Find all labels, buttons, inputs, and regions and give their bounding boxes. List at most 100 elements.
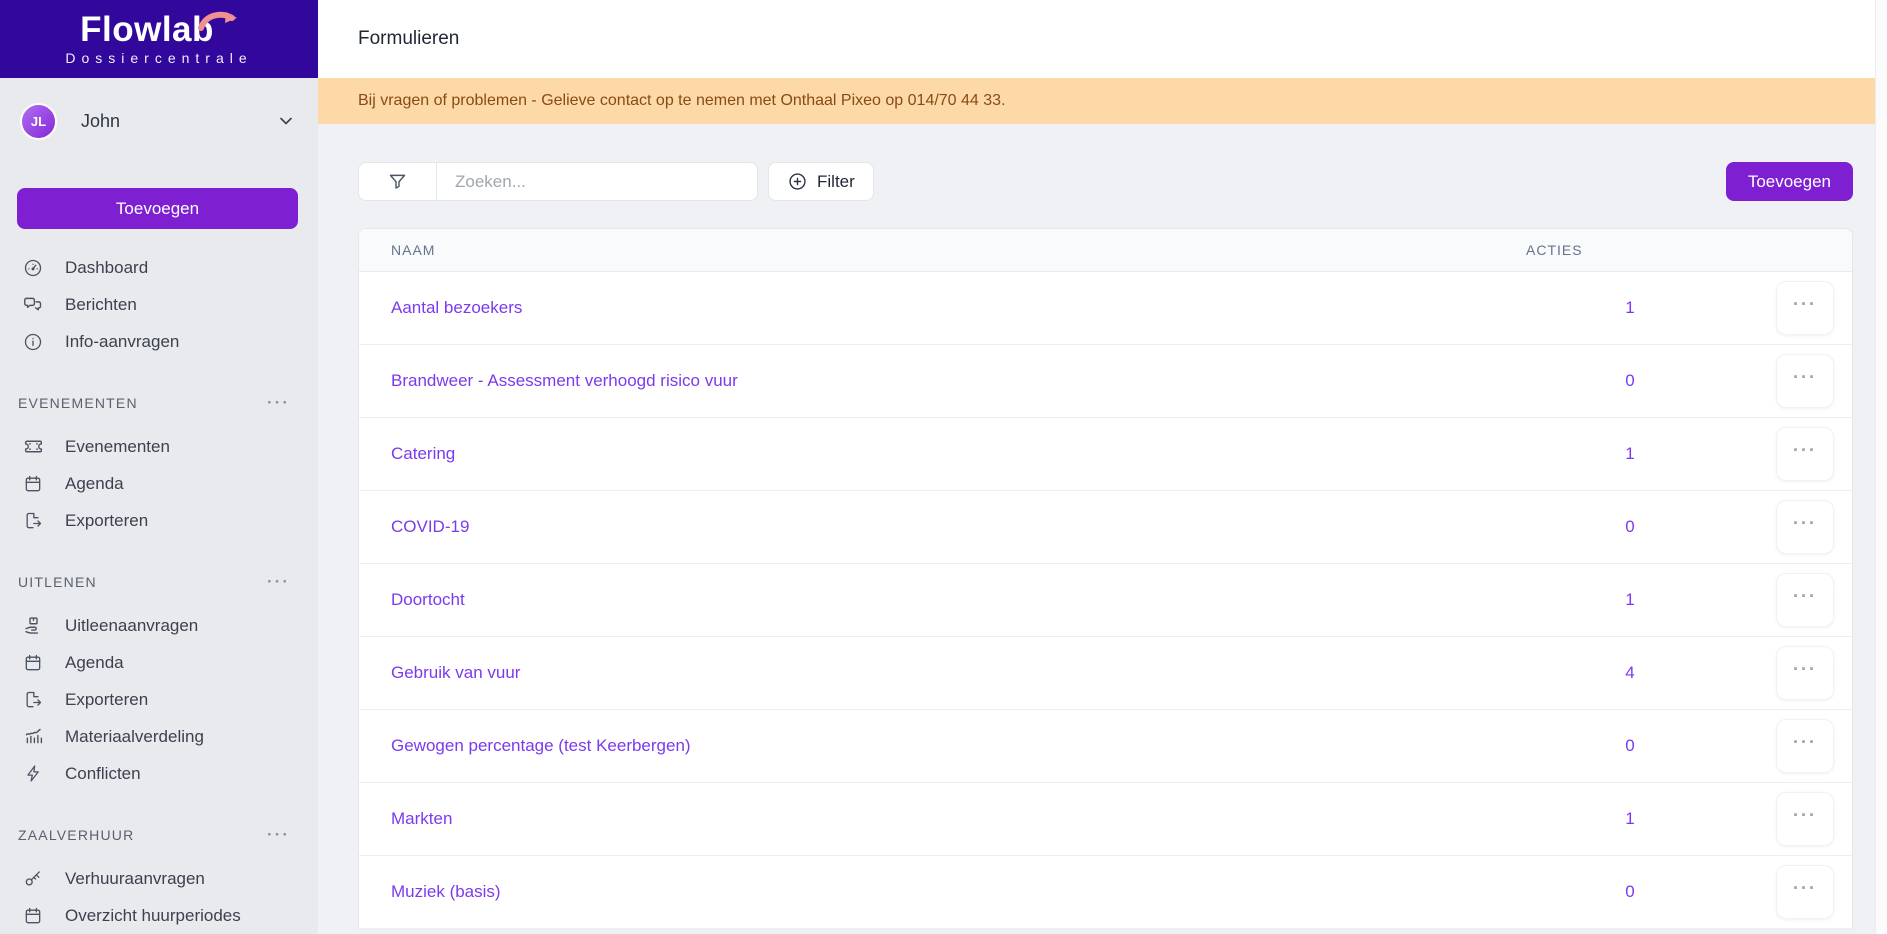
sidebar-item-evenementen[interactable]: Evenementen (0, 428, 318, 465)
sidebar-item-label: Conflicten (65, 763, 141, 783)
row-menu-button[interactable]: ··· (1776, 865, 1834, 919)
sidebar-add-button[interactable]: Toevoegen (17, 188, 298, 229)
sidebar-nav: Dashboard Berichten Info-aanvragen (0, 249, 318, 360)
table-row: Muziek (basis) 0 ··· (359, 856, 1852, 929)
funnel-icon[interactable] (359, 163, 437, 200)
form-name-link[interactable]: Muziek (basis) (359, 882, 1522, 902)
table-row: Doortocht 1 ··· (359, 564, 1852, 637)
logo-subtitle: Dossiercentrale (65, 49, 253, 66)
section-title: UITLENEN (18, 574, 97, 590)
actions-count-link[interactable]: 1 (1522, 590, 1738, 610)
sidebar-item-overzicht-huurperiodes[interactable]: Overzicht huurperiodes (0, 897, 318, 934)
section-title: ZAALVERHUUR (18, 827, 135, 843)
logo-arrow-icon (197, 8, 238, 34)
form-name-link[interactable]: Doortocht (359, 590, 1522, 610)
form-name-link[interactable]: Gewogen percentage (test Keerbergen) (359, 736, 1522, 756)
section-menu-icon[interactable]: ··· (267, 826, 290, 843)
notice-banner: Bij vragen of problemen - Gelieve contac… (318, 78, 1887, 124)
form-name-link[interactable]: Catering (359, 444, 1522, 464)
actions-count-link[interactable]: 1 (1522, 298, 1738, 318)
info-icon (22, 331, 44, 353)
row-menu-button[interactable]: ··· (1776, 573, 1834, 627)
sidebar-item-label: Dashboard (65, 257, 149, 277)
sidebar-item-exporteren-uitlenen[interactable]: Exporteren (0, 681, 318, 718)
filter-button[interactable]: Filter (768, 162, 874, 201)
gauge-icon (22, 257, 44, 279)
actions-count-link[interactable]: 0 (1522, 736, 1738, 756)
sidebar-item-label: Exporteren (65, 510, 149, 530)
lightning-icon (22, 763, 44, 785)
calendar-icon (22, 652, 44, 674)
sidebar-item-info-aanvragen[interactable]: Info-aanvragen (0, 323, 318, 360)
notice-banner-text: Bij vragen of problemen - Gelieve contac… (358, 92, 1006, 109)
sidebar-item-exporteren-evenementen[interactable]: Exporteren (0, 502, 318, 539)
sidebar-item-agenda-uitlenen[interactable]: Agenda (0, 644, 318, 681)
form-name-link[interactable]: COVID-19 (359, 517, 1522, 537)
sidebar-item-dashboard[interactable]: Dashboard (0, 249, 318, 286)
sidebar: Flowlab Dossiercentrale JL John Toevoege… (0, 0, 318, 934)
search-input[interactable] (437, 163, 757, 200)
form-name-link[interactable]: Aantal bezoekers (359, 298, 1522, 318)
sidebar-section-zaalverhuur: ZAALVERHUUR ··· Verhuuraanvragen Overzic… (0, 820, 318, 934)
row-menu-button[interactable]: ··· (1776, 281, 1834, 335)
table-row: Gewogen percentage (test Keerbergen) 0 ·… (359, 710, 1852, 783)
actions-count-link[interactable]: 0 (1522, 517, 1738, 537)
section-menu-icon[interactable]: ··· (267, 573, 290, 590)
sidebar-item-agenda-evenementen[interactable]: Agenda (0, 465, 318, 502)
table-row: Gebruik van vuur 4 ··· (359, 637, 1852, 710)
table-row: Markten 1 ··· (359, 783, 1852, 856)
table-row: Catering 1 ··· (359, 418, 1852, 491)
app-logo[interactable]: Flowlab Dossiercentrale (0, 0, 318, 78)
sidebar-item-label: Materiaalverdeling (65, 726, 204, 746)
sidebar-item-conflicten[interactable]: Conflicten (0, 755, 318, 792)
sidebar-item-label: Overzicht huurperiodes (65, 905, 241, 925)
sidebar-item-label: Evenementen (65, 436, 170, 456)
sidebar-item-label: Exporteren (65, 689, 149, 709)
sidebar-item-materiaalverdeling[interactable]: Materiaalverdeling (0, 718, 318, 755)
export-icon (22, 510, 44, 532)
hand-box-icon (22, 615, 44, 637)
actions-count-link[interactable]: 0 (1522, 371, 1738, 391)
export-icon (22, 689, 44, 711)
row-menu-button[interactable]: ··· (1776, 792, 1834, 846)
section-title: EVENEMENTEN (18, 395, 138, 411)
chat-icon (22, 294, 44, 316)
actions-count-link[interactable]: 1 (1522, 809, 1738, 829)
sidebar-item-uitleenaanvragen[interactable]: Uitleenaanvragen (0, 607, 318, 644)
table-row: Aantal bezoekers 1 ··· (359, 272, 1852, 345)
ticket-icon (22, 436, 44, 458)
section-menu-icon[interactable]: ··· (267, 394, 290, 411)
avatar: JL (20, 102, 57, 140)
toolbar: Filter Toevoegen (358, 162, 1853, 201)
sidebar-item-label: Uitleenaanvragen (65, 615, 199, 635)
column-header-acties: ACTIES (1526, 242, 1583, 258)
row-menu-button[interactable]: ··· (1776, 719, 1834, 773)
sidebar-section-uitlenen: UITLENEN ··· Uitleenaanvragen Agenda Exp… (0, 567, 318, 792)
actions-count-link[interactable]: 4 (1522, 663, 1738, 683)
page-scrollbar[interactable] (1875, 0, 1887, 934)
chart-icon (22, 726, 44, 748)
logo-title: Flowlab (80, 9, 214, 49)
add-button[interactable]: Toevoegen (1725, 162, 1853, 201)
sidebar-item-berichten[interactable]: Berichten (0, 286, 318, 323)
search-group (358, 162, 758, 201)
calendar-icon (22, 473, 44, 495)
chevron-down-icon (276, 111, 296, 131)
user-menu[interactable]: JL John (0, 78, 318, 146)
form-name-link[interactable]: Brandweer - Assessment verhoogd risico v… (359, 371, 1522, 391)
actions-count-link[interactable]: 0 (1522, 882, 1738, 902)
form-name-link[interactable]: Markten (359, 809, 1522, 829)
row-menu-button[interactable]: ··· (1776, 500, 1834, 554)
user-name: John (81, 110, 121, 131)
actions-count-link[interactable]: 1 (1522, 444, 1738, 464)
row-menu-button[interactable]: ··· (1776, 427, 1834, 481)
forms-table: NAAM ACTIES Aantal bezoekers 1 ··· Brand… (358, 228, 1853, 929)
row-menu-button[interactable]: ··· (1776, 354, 1834, 408)
key-icon (22, 868, 44, 890)
sidebar-item-label: Berichten (65, 294, 137, 314)
sidebar-item-label: Verhuuraanvragen (65, 868, 205, 888)
sidebar-item-verhuuraanvragen[interactable]: Verhuuraanvragen (0, 860, 318, 897)
page-title: Formulieren (358, 28, 460, 49)
form-name-link[interactable]: Gebruik van vuur (359, 663, 1522, 683)
row-menu-button[interactable]: ··· (1776, 646, 1834, 700)
